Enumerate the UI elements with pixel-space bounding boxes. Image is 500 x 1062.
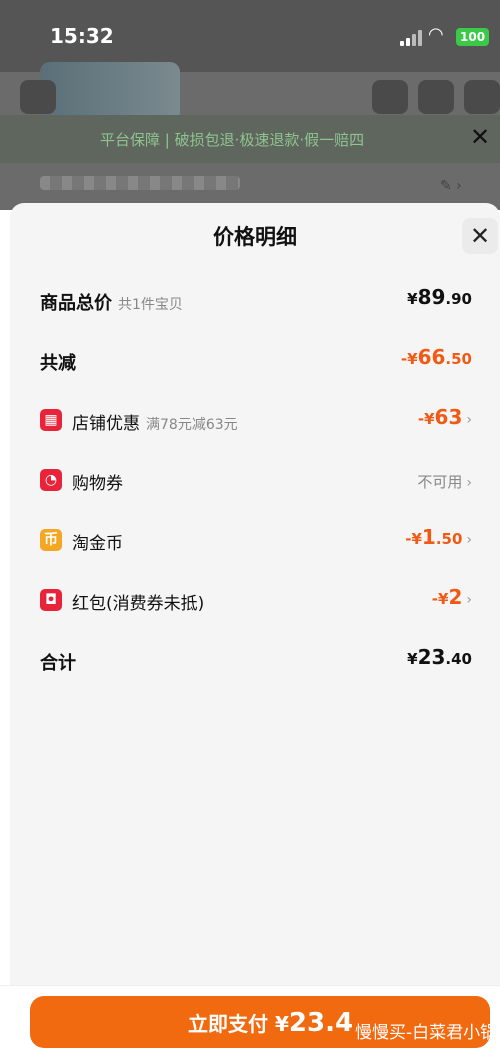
signal-icon — [400, 30, 422, 46]
row-grand-total: 合计 ¥23.40 — [10, 641, 500, 681]
share-button[interactable] — [372, 80, 408, 114]
label-taojinbi: 淘金币 — [72, 534, 123, 554]
label-grand-total: 合计 — [40, 653, 76, 674]
label-total-discount: 共减 — [40, 353, 76, 374]
chevron-right-icon: › — [466, 475, 472, 491]
sheet-title: 价格明细 — [213, 225, 297, 249]
row-taojinbi[interactable]: 币 淘金币 -¥1.50 › — [10, 521, 500, 561]
banner-close-icon[interactable]: ✕ — [470, 123, 490, 151]
label-total-price: 商品总价 — [40, 293, 112, 314]
value-total-price: ¥89.90 — [407, 285, 472, 309]
row-store-discount[interactable]: ▦ 店铺优惠 满78元减63元 -¥63 › — [10, 401, 500, 441]
red-packet-icon: ◘ — [40, 589, 62, 611]
pay-label: 立即支付 — [188, 1012, 268, 1036]
coin-icon: 币 — [40, 529, 62, 551]
row-total-price: 商品总价 共1件宝贝 ¥89.90 — [10, 281, 500, 321]
item-count: 共1件宝贝 — [118, 297, 183, 313]
battery-indicator: 100 — [456, 28, 490, 46]
back-button[interactable] — [20, 80, 56, 114]
row-total-discount: 共减 -¥66.50 — [10, 341, 500, 381]
edit-icon[interactable]: ✎ › — [440, 178, 462, 194]
value-grand-total: ¥23.40 — [407, 645, 472, 669]
store-icon: ▦ — [40, 409, 62, 431]
row-coupon[interactable]: ◔ 购物券 不可用 › — [10, 461, 500, 501]
wifi-icon: ◠ — [428, 24, 444, 45]
guarantee-banner: 平台保障 | 破损包退·极速退款·假一赔四 ✕ — [0, 115, 500, 163]
row-red-packet[interactable]: ◘ 红包(消费券未抵) -¥2 › — [10, 581, 500, 621]
coupon-icon: ◔ — [40, 469, 62, 491]
guarantee-text: 平台保障 | 破损包退·极速退款·假一赔四 — [100, 131, 365, 149]
pay-symbol: ¥ — [274, 1012, 289, 1036]
label-coupon: 购物券 — [72, 474, 123, 494]
chevron-right-icon: › — [466, 592, 472, 608]
chevron-right-icon: › — [466, 532, 472, 548]
pay-amount: 23.4 — [288, 1008, 354, 1038]
value-store-discount: -¥63 › — [417, 405, 472, 429]
watermark: 慢慢买-白菜君小锅 — [355, 1023, 498, 1043]
store-discount-rule: 满78元减63元 — [146, 417, 238, 433]
cart-button[interactable] — [418, 80, 454, 114]
chevron-right-icon: › — [466, 412, 472, 428]
pay-now-button[interactable]: 立即支付 ¥23.4 慢慢买-白菜君小锅 — [30, 996, 497, 1048]
price-detail-sheet: 价格明细 ✕ 商品总价 共1件宝贝 ¥89.90 共减 -¥66.50 ▦ 店铺优… — [10, 203, 500, 1061]
value-total-discount: -¥66.50 — [400, 345, 472, 369]
more-button[interactable] — [464, 80, 500, 114]
label-red-packet: 红包(消费券未抵) — [72, 594, 205, 614]
label-store-discount: 店铺优惠 — [72, 414, 140, 434]
pay-bar: 立即支付 ¥23.4 慢慢买-白菜君小锅 — [0, 985, 500, 1062]
product-thumbnail — [40, 62, 180, 122]
value-red-packet: -¥2 › — [431, 585, 472, 609]
background-product-page: 15:32 ◠ 100 平台保障 | 破损包退·极速退款·假一赔四 ✕ ✎ › — [0, 0, 500, 210]
close-button[interactable]: ✕ — [462, 218, 498, 254]
blurred-address — [40, 176, 240, 190]
status-time: 15:32 — [50, 24, 114, 48]
value-coupon: 不可用 — [417, 473, 463, 491]
value-taojinbi: -¥1.50 › — [405, 525, 472, 549]
